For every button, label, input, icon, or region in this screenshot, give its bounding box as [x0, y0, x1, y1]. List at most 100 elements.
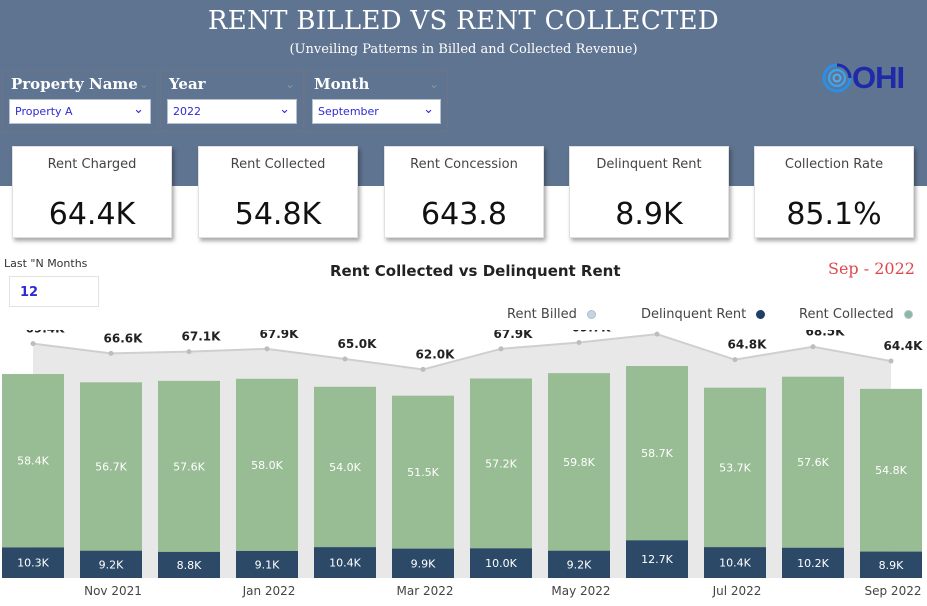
delinquent-rent-label: 10.4K	[719, 557, 751, 570]
year-dropdown[interactable]: 2022 ⌄	[167, 99, 297, 124]
page-title: RENT BILLED VS RENT COLLECTED	[207, 6, 720, 36]
legend-label: Rent Billed	[507, 307, 577, 322]
property-name-slicer: Property Name ⌄ Property A ⌄	[2, 70, 158, 132]
rent-billed-point	[576, 340, 582, 346]
logo-spiral-icon	[822, 63, 852, 93]
kpi-card-rent-collected: Rent Collected 54.8K	[198, 146, 358, 238]
rent-collected-label: 57.6K	[797, 456, 829, 469]
delinquent-rent-label: 9.2K	[99, 558, 124, 571]
rent-billed-label: 64.8K	[728, 338, 768, 352]
rent-billed-label: 69.4K	[26, 330, 66, 336]
rent-collected-label: 54.8K	[875, 464, 907, 477]
rent-billed-label: 66.6K	[104, 331, 144, 345]
month-dropdown[interactable]: September ⌄	[312, 99, 441, 124]
year-slicer: Year ⌄ 2022 ⌄	[160, 70, 304, 132]
legend-item-rent-collected[interactable]: Rent Collected	[799, 307, 913, 322]
property-name-dropdown[interactable]: Property A ⌄	[9, 99, 151, 124]
x-tick-label: Mar 2022	[397, 584, 454, 598]
chevron-down-icon: ⌄	[279, 102, 290, 117]
delinquent-rent-label: 8.9K	[879, 559, 904, 572]
x-tick-label: May 2022	[551, 584, 610, 598]
rent-billed-point	[498, 346, 504, 352]
dropdown-value: September	[318, 105, 379, 118]
chevron-down-icon: ⌄	[423, 102, 434, 117]
delinquent-rent-label: 12.7K	[641, 553, 673, 566]
dropdown-value: 2022	[173, 105, 201, 118]
rent-collected-label: 58.7K	[641, 447, 673, 460]
delinquent-rent-label: 9.9K	[411, 557, 436, 570]
rent-billed-point	[342, 356, 348, 362]
slicer-label: Property Name	[11, 75, 138, 93]
rent-billed-label: 62.0K	[416, 347, 456, 361]
rent-billed-point	[888, 358, 894, 364]
slicer-label: Month	[314, 75, 370, 93]
rent-billed-label: 68.5K	[806, 330, 846, 339]
rent-collected-label: 58.0K	[251, 459, 283, 472]
kpi-label: Rent Charged	[47, 157, 137, 172]
kpi-card-delinquent-rent: Delinquent Rent 8.9K	[569, 146, 729, 238]
rent-billed-point	[30, 341, 36, 347]
rent-collected-label: 54.0K	[329, 461, 361, 474]
chevron-down-icon[interactable]: ⌄	[139, 77, 149, 91]
delinquent-rent-label: 9.2K	[567, 558, 592, 571]
page-subtitle: (Unveiling Patterns in Billed and Collec…	[289, 42, 638, 57]
dropdown-value: Property A	[15, 105, 73, 118]
legend-dot-icon	[903, 310, 913, 319]
legend-dot-icon	[756, 310, 766, 319]
legend-dot-icon	[586, 310, 596, 319]
last-n-months-input[interactable]: 12	[9, 276, 99, 307]
rent-billed-label: 64.4K	[884, 339, 924, 353]
rent-billed-label: 67.9K	[494, 330, 534, 341]
chevron-down-icon[interactable]: ⌄	[285, 77, 295, 91]
kpi-value: 643.8	[421, 197, 507, 232]
legend-label: Rent Collected	[799, 307, 894, 322]
rent-collected-label: 57.6K	[173, 460, 205, 473]
kpi-card-rent-concession: Rent Concession 643.8	[384, 146, 544, 238]
rent-billed-point	[108, 350, 114, 356]
slicer-label: Year	[169, 75, 206, 93]
rent-billed-point	[810, 344, 816, 350]
rent-billed-point	[264, 346, 270, 352]
legend-item-delinquent-rent[interactable]: Delinquent Rent	[641, 307, 766, 322]
kpi-label: Rent Collected	[230, 157, 326, 172]
delinquent-rent-label: 10.2K	[797, 557, 829, 570]
chevron-down-icon: ⌄	[133, 102, 144, 117]
rent-billed-point	[420, 366, 426, 372]
kpi-label: Collection Rate	[784, 157, 884, 172]
kpi-value: 8.9K	[615, 197, 683, 232]
rent-collected-label: 57.2K	[485, 457, 517, 470]
delinquent-rent-label: 10.4K	[329, 557, 361, 570]
kpi-label: Rent Concession	[410, 157, 518, 172]
last-n-months-label: Last "N Months	[4, 257, 88, 270]
delinquent-rent-label: 9.1K	[255, 558, 280, 571]
rent-collected-label: 56.7K	[95, 461, 127, 474]
month-slicer: Month ⌄ September ⌄	[305, 70, 448, 132]
last-n-months-value: 12	[20, 285, 39, 300]
company-logo: OHI	[822, 60, 922, 98]
x-tick-label: Jul 2022	[712, 584, 762, 598]
kpi-label: Delinquent Rent	[596, 157, 702, 172]
kpi-value: 54.8K	[234, 197, 322, 232]
logo-text: OHI	[852, 60, 905, 95]
kpi-value: 64.4K	[48, 197, 136, 232]
rent-billed-label: 65.0K	[338, 337, 378, 351]
legend-label: Delinquent Rent	[641, 307, 747, 322]
x-tick-label: Sep 2022	[865, 584, 922, 598]
rent-billed-point	[732, 357, 738, 363]
rent-collected-label: 51.5K	[407, 466, 439, 479]
x-tick-label: Jan 2022	[242, 584, 296, 598]
chart-title: Rent Collected vs Delinquent Rent	[330, 262, 621, 280]
period-label: Sep - 2022	[828, 259, 915, 278]
rent-collected-label: 59.8K	[563, 456, 595, 469]
rent-collected-label: 53.7K	[719, 461, 751, 474]
chevron-down-icon[interactable]: ⌄	[429, 77, 439, 91]
rent-billed-label: 67.1K	[182, 330, 222, 344]
delinquent-rent-label: 10.0K	[485, 557, 517, 570]
rent-billed-point	[654, 331, 660, 337]
legend-item-rent-billed[interactable]: Rent Billed	[507, 307, 596, 322]
rent-collected-label: 58.4K	[17, 455, 49, 468]
x-tick-label: Nov 2021	[84, 584, 142, 598]
rent-chart: 58.4K 10.3K 69.4K 56.7K 9.2K 66.6K Nov 2021 57.…	[2, 330, 924, 598]
kpi-card-collection-rate: Collection Rate 85.1%	[754, 146, 914, 238]
delinquent-rent-label: 8.8K	[177, 559, 202, 572]
